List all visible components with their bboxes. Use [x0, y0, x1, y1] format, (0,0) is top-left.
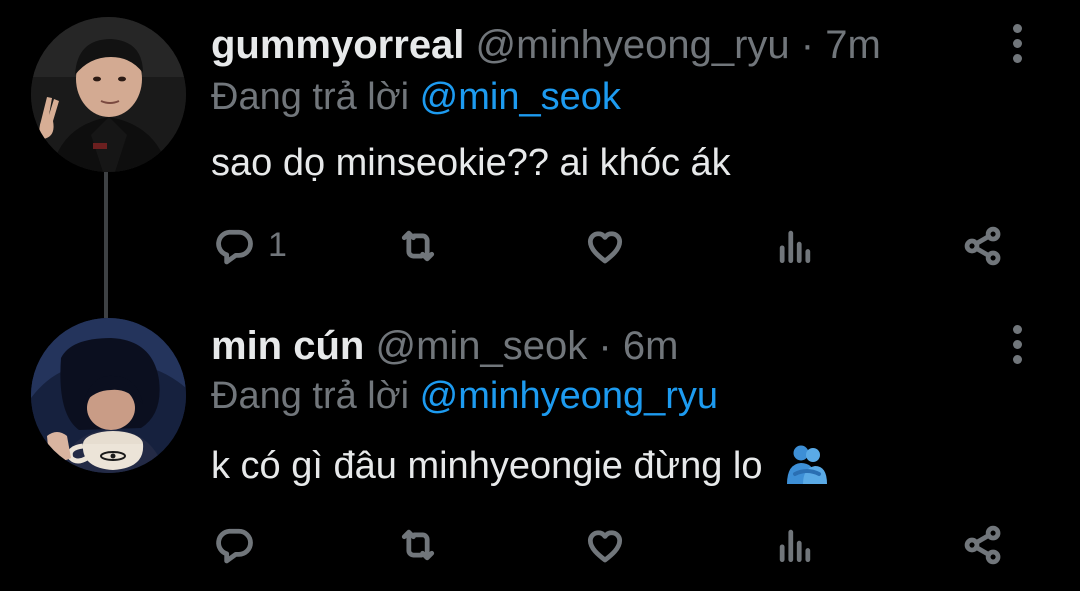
replying-to-line: Đang trả lời @min_seok	[211, 73, 621, 121]
action-bar: 1	[0, 217, 1080, 273]
display-name[interactable]: min cún	[211, 324, 364, 368]
like-button[interactable]	[583, 217, 633, 273]
tweet-text: k có gì đâu minhyeongie đừng lo	[211, 445, 763, 487]
heart-icon	[587, 530, 623, 563]
share-icon	[964, 226, 1001, 266]
header-separator: ·	[800, 23, 815, 67]
user-handle[interactable]: @minhyeong_ryu	[476, 23, 790, 67]
reply-icon	[216, 528, 253, 564]
display-name[interactable]: gummyorreal	[211, 23, 464, 67]
retweet-button[interactable]	[396, 217, 456, 273]
share-icon	[964, 525, 1001, 565]
reply-button[interactable]: 1	[212, 217, 302, 273]
views-icon	[779, 529, 811, 563]
timestamp[interactable]: 6m	[623, 324, 679, 368]
more-vertical-icon	[1013, 325, 1022, 334]
tweet[interactable]: gummyorreal @minhyeong_ryu · 7m Đang trả…	[0, 0, 1080, 318]
replying-to-line: Đang trả lời @minhyeong_ryu	[211, 372, 718, 420]
share-button[interactable]	[961, 516, 1011, 572]
views-button[interactable]	[773, 217, 823, 273]
more-vertical-icon-dot	[1013, 340, 1022, 349]
reply-mention-link[interactable]: @min_seok	[420, 76, 621, 118]
tweet-header: gummyorreal @minhyeong_ryu · 7m	[211, 20, 881, 70]
retweet-button[interactable]	[396, 516, 456, 572]
views-icon	[779, 230, 811, 264]
tweet-text: sao dọ minseokie?? ai khóc ák	[211, 142, 731, 184]
action-bar	[0, 516, 1080, 572]
reply-icon	[216, 229, 253, 265]
avatar[interactable]	[31, 17, 186, 172]
timestamp[interactable]: 7m	[825, 23, 881, 67]
tweet[interactable]: min cún @min_seok · 6m Đang trả lời @min…	[0, 300, 1080, 591]
retweet-icon	[401, 529, 435, 561]
share-button[interactable]	[961, 217, 1011, 273]
more-vertical-icon-dot	[1013, 355, 1022, 364]
replying-to-label: Đang trả lời	[211, 76, 410, 118]
heart-icon	[587, 231, 623, 264]
reply-count: 1	[268, 226, 287, 264]
tweet-text-container: k có gì đâu minhyeongie đừng lo	[211, 441, 829, 491]
more-options-button[interactable]	[1000, 323, 1034, 367]
user-handle[interactable]: @min_seok	[375, 324, 587, 368]
replying-to-label: Đang trả lời	[211, 375, 410, 417]
more-vertical-icon	[1013, 24, 1022, 33]
views-button[interactable]	[773, 516, 823, 572]
reply-mention-link[interactable]: @minhyeong_ryu	[420, 375, 718, 417]
more-vertical-icon-dot	[1013, 54, 1022, 63]
retweet-icon	[401, 230, 435, 262]
more-options-button[interactable]	[1000, 22, 1034, 66]
header-separator: ·	[598, 324, 612, 368]
reply-button[interactable]	[212, 516, 302, 572]
tweet-header: min cún @min_seok · 6m	[211, 321, 678, 371]
people-hugging-emoji	[787, 445, 828, 484]
more-vertical-icon-dot	[1013, 39, 1022, 48]
like-button[interactable]	[583, 516, 633, 572]
avatar[interactable]	[31, 318, 186, 473]
